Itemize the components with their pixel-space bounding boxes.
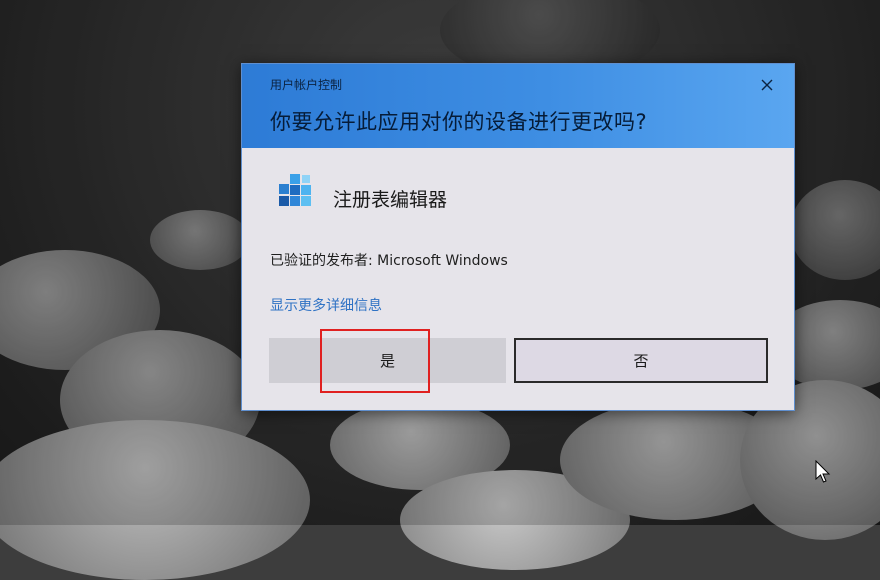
close-icon bbox=[761, 79, 773, 91]
publisher-text: 已验证的发布者: Microsoft Windows bbox=[270, 253, 508, 269]
highlight-box bbox=[320, 329, 430, 393]
registry-editor-icon bbox=[276, 172, 316, 212]
dialog-question: 你要允许此应用对你的设备进行更改吗? bbox=[270, 110, 648, 134]
mouse-cursor-icon bbox=[815, 460, 831, 483]
dialog-header: 用户帐户控制 你要允许此应用对你的设备进行更改吗? bbox=[242, 64, 794, 148]
no-button[interactable]: 否 bbox=[514, 338, 768, 383]
dialog-title: 用户帐户控制 bbox=[270, 78, 343, 92]
close-button[interactable] bbox=[754, 73, 780, 97]
app-name: 注册表编辑器 bbox=[333, 189, 448, 211]
show-details-link[interactable]: 显示更多详细信息 bbox=[270, 295, 382, 315]
